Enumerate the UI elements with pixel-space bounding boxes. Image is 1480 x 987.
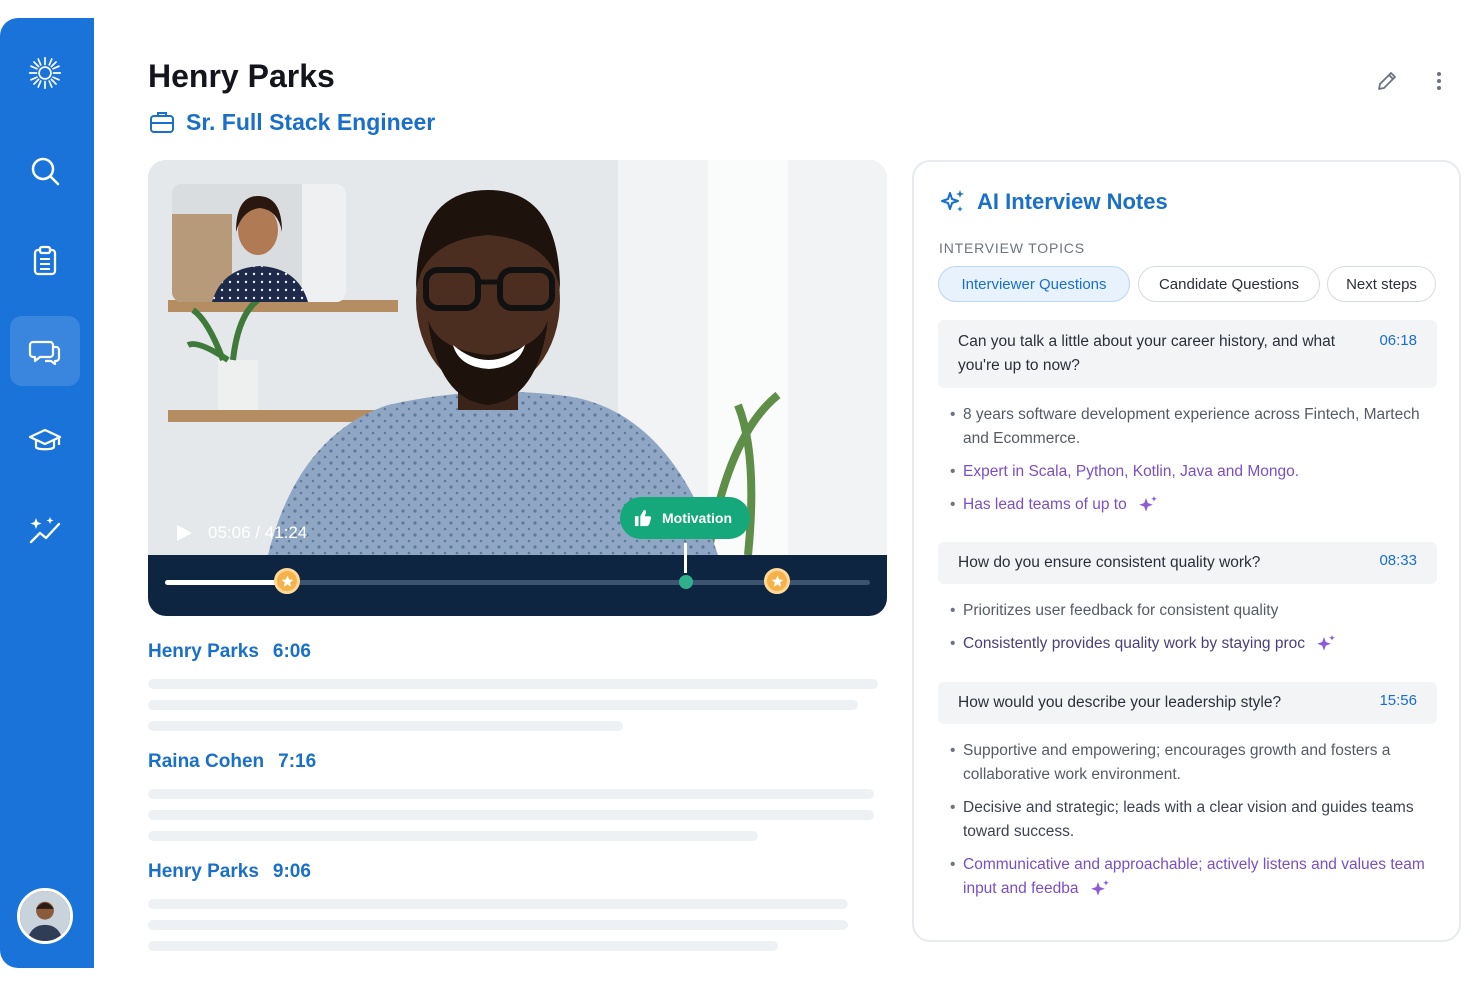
- note-bullet-text: Consistently provides quality work by st…: [963, 635, 1306, 652]
- note-bullet-generating: Has lead teams of up to: [950, 493, 1430, 517]
- search-icon[interactable]: [10, 136, 80, 206]
- transcript-placeholder-line: [148, 810, 874, 820]
- question-card[interactable]: How do you ensure consistent quality wor…: [938, 542, 1437, 584]
- topics-label: INTERVIEW TOPICS: [939, 240, 1085, 256]
- thumbs-up-icon: [634, 509, 652, 527]
- sparkles-icon: [941, 190, 964, 212]
- sidebar: [0, 18, 94, 968]
- video-player[interactable]: 05:06 / 41:24 Motivation: [148, 160, 887, 616]
- transcript-placeholder-line: [148, 700, 858, 710]
- speaker-time: 9:06: [272, 861, 311, 882]
- note-bullet-text: Has lead teams of up to: [963, 496, 1127, 513]
- note-bullet-text: Communicative and approachable; actively…: [963, 856, 1425, 897]
- transcript-placeholder-line: [148, 721, 623, 731]
- highlight-tag-label: Motivation: [662, 510, 732, 526]
- transcript-placeholder-line: [148, 831, 758, 841]
- transcript-entry[interactable]: Henry Parks 6:06: [148, 641, 311, 663]
- question-timestamp[interactable]: 08:33: [1379, 552, 1417, 569]
- tab-candidate-questions[interactable]: Candidate Questions: [1138, 266, 1320, 302]
- star-icon: [281, 575, 293, 587]
- speaker-name: Henry Parks: [148, 861, 259, 882]
- sparkles-icon: [1139, 495, 1157, 512]
- note-bullet: Decisive and strategic; leads with a cle…: [950, 796, 1430, 844]
- question-card[interactable]: Can you talk a little about your career …: [938, 320, 1437, 388]
- transcript-placeholder-line: [148, 679, 878, 689]
- question-text: How do you ensure consistent quality wor…: [958, 554, 1261, 571]
- app-root: Henry Parks Sr. Full Stack Engineer 05:0…: [0, 0, 1480, 987]
- playback-time: 05:06 / 41:24: [208, 523, 308, 542]
- tab-interviewer-questions[interactable]: Interviewer Questions: [938, 266, 1130, 302]
- progress-fill: [165, 580, 292, 585]
- ai-notes-panel: AI Interview Notes INTERVIEW TOPICS Inte…: [912, 160, 1461, 942]
- pencil-icon[interactable]: [1372, 66, 1402, 96]
- sparkle-chart-icon[interactable]: [10, 496, 80, 566]
- participant-thumbnail[interactable]: [172, 184, 346, 302]
- question-card[interactable]: How would you describe your leadership s…: [938, 682, 1437, 724]
- logo-icon[interactable]: [10, 38, 80, 108]
- notes-title-label: AI Interview Notes: [977, 189, 1168, 214]
- role-label: Sr. Full Stack Engineer: [186, 108, 436, 135]
- notes-title: AI Interview Notes: [939, 188, 1168, 216]
- chat-icon[interactable]: [10, 316, 80, 386]
- note-bullet: Prioritizes user feedback for consistent…: [950, 599, 1430, 623]
- avatar[interactable]: [17, 888, 73, 944]
- speaker-name: Henry Parks: [148, 641, 259, 662]
- speaker-name: Raina Cohen: [148, 751, 265, 772]
- question-timestamp[interactable]: 06:18: [1379, 332, 1417, 349]
- note-bullet: Supportive and empowering; encourages gr…: [950, 739, 1430, 787]
- sparkles-icon: [1091, 879, 1109, 896]
- note-bullet: Expert in Scala, Python, Kotlin, Java an…: [950, 460, 1430, 484]
- sparkles-icon: [1317, 634, 1336, 651]
- tab-next-steps[interactable]: Next steps: [1327, 266, 1436, 302]
- playback-row: 05:06 / 41:24: [174, 523, 307, 543]
- briefcase-icon: [150, 112, 174, 133]
- note-bullet-generating: Consistently provides quality work by st…: [950, 632, 1430, 656]
- highlight-tag[interactable]: Motivation: [620, 497, 750, 539]
- transcript-placeholder-line: [148, 920, 848, 930]
- graduation-cap-icon[interactable]: [10, 406, 80, 476]
- speaker-time: 7:16: [278, 751, 317, 772]
- star-marker[interactable]: [764, 568, 790, 594]
- transcript-entry[interactable]: Raina Cohen 7:16: [148, 751, 316, 773]
- note-bullet: 8 years software development experience …: [950, 403, 1430, 451]
- question-text: How would you describe your leadership s…: [958, 694, 1282, 711]
- question-text: Can you talk a little about your career …: [958, 333, 1336, 374]
- transcript-placeholder-line: [148, 899, 848, 909]
- star-marker[interactable]: [274, 568, 300, 594]
- note-bullet-generating: Communicative and approachable; actively…: [950, 853, 1430, 901]
- star-icon: [771, 575, 783, 587]
- play-icon[interactable]: [174, 523, 194, 543]
- transcript-entry[interactable]: Henry Parks 9:06: [148, 861, 311, 883]
- highlight-marker-line: [684, 543, 687, 573]
- transcript-placeholder-line: [148, 789, 874, 799]
- candidate-name: Henry Parks: [148, 58, 335, 94]
- more-vertical-icon[interactable]: [1424, 66, 1454, 96]
- candidate-role: Sr. Full Stack Engineer: [148, 108, 435, 136]
- question-timestamp[interactable]: 15:56: [1379, 692, 1417, 709]
- highlight-marker[interactable]: [679, 575, 693, 589]
- clipboard-icon[interactable]: [10, 226, 80, 296]
- speaker-time: 6:06: [272, 641, 311, 662]
- transcript-placeholder-line: [148, 941, 778, 951]
